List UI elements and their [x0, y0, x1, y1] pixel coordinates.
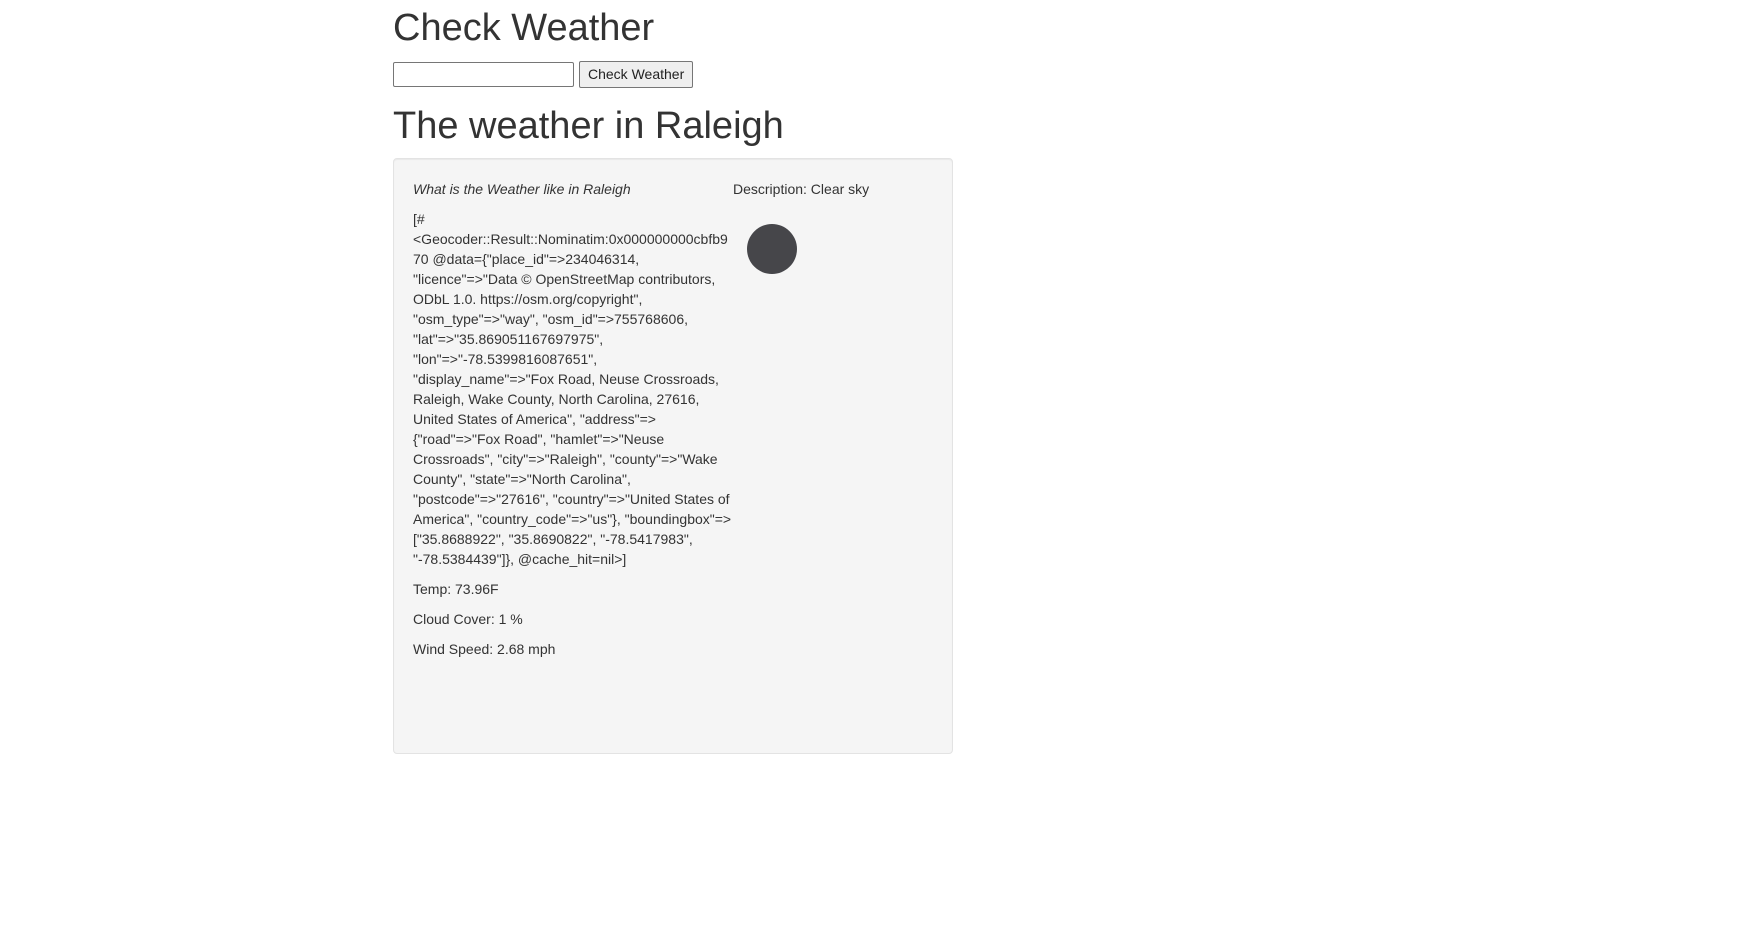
weather-heading: The weather in Raleigh — [393, 104, 784, 147]
weather-description: Description: Clear sky — [733, 180, 870, 197]
result-row: What is the Weather like in Raleigh [#<G… — [413, 179, 933, 669]
result-right-column: Description: Clear sky — [733, 179, 933, 669]
cloud-cover-text: Cloud Cover: 1 % — [413, 610, 523, 627]
temperature-text: Temp: 73.96F — [413, 580, 499, 597]
wind-speed-text: Wind Speed: 2.68 mph — [413, 640, 556, 657]
city-search-input[interactable] — [393, 61, 574, 87]
check-weather-button[interactable]: Check Weather — [579, 60, 694, 88]
weather-result-panel: What is the Weather like in Raleigh [#<G… — [393, 157, 953, 754]
main-container: Check Weather Check Weather The weather … — [393, 0, 953, 754]
search-form: Check Weather — [393, 60, 953, 88]
result-left-column: What is the Weather like in Raleigh [#<G… — [413, 179, 733, 669]
page-title: Check Weather — [393, 7, 655, 49]
geocoder-result-text: [#<Geocoder::Result::Nominatim:0x0000000… — [413, 210, 732, 567]
clear-sky-icon — [747, 223, 797, 274]
weather-question: What is the Weather like in Raleigh — [413, 180, 631, 197]
